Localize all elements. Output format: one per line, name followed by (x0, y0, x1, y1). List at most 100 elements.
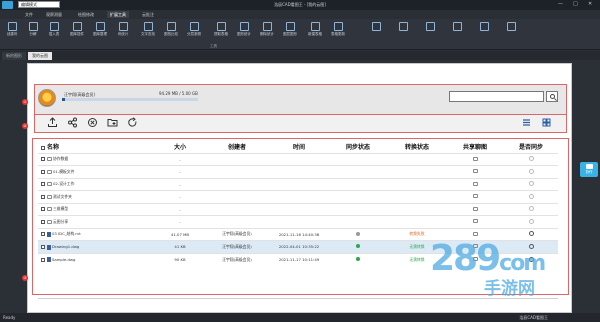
cell-is-synced[interactable] (504, 165, 558, 178)
sync-toggle-icon[interactable] (528, 156, 534, 162)
maximize-button[interactable]: □ (573, 1, 578, 7)
share-button[interactable] (67, 117, 78, 128)
menu-draw[interactable]: 绘图修改 (75, 11, 97, 18)
cell-share-chat[interactable] (446, 215, 504, 228)
table-row[interactable]: 协作数据 - (38, 152, 558, 166)
cell-is-synced[interactable] (504, 215, 558, 228)
ribbon-button[interactable]: 提取表格 (210, 21, 232, 43)
sync-toggle-icon[interactable] (528, 181, 534, 187)
ribbon-button[interactable]: 新建表格 (304, 21, 326, 43)
share-chat-icon[interactable] (472, 181, 478, 186)
column-header-is-synced[interactable]: 是否同步 (504, 141, 558, 153)
share-chat-icon[interactable] (472, 194, 478, 199)
ribbon-button[interactable]: 删除统计 (256, 21, 278, 43)
ribbon-button[interactable] (500, 21, 522, 43)
column-header-share-chat[interactable]: 共享聊图 (446, 141, 504, 153)
select-all-checkbox[interactable] (41, 145, 45, 150)
cell-name[interactable]: 协作数据 (38, 152, 156, 166)
table-row[interactable]: 02-设计工作 - (38, 177, 558, 191)
table-row[interactable]: 01-模板文件 - (38, 165, 558, 178)
tab-new-drawing[interactable]: 新的图形 (2, 52, 26, 60)
ribbon-button[interactable]: 分解 (22, 21, 44, 43)
list-view-button[interactable] (521, 117, 532, 128)
cell-share-chat[interactable] (446, 177, 504, 191)
sync-toggle-icon[interactable] (528, 193, 534, 199)
new-folder-button[interactable] (107, 117, 118, 128)
search-input[interactable] (449, 91, 544, 102)
ribbon-button[interactable] (419, 21, 441, 43)
column-header-name[interactable]: 名称 (38, 141, 156, 153)
row-checkbox[interactable] (41, 182, 45, 187)
menu-cloud[interactable]: 云批注 (139, 11, 157, 18)
share-chat-icon[interactable] (472, 231, 478, 236)
cell-share-chat[interactable] (446, 202, 504, 216)
menu-view[interactable]: 观察测量 (43, 11, 65, 18)
ribbon-button[interactable]: 文字查找 (137, 21, 159, 43)
row-checkbox[interactable] (41, 219, 45, 224)
cell-name[interactable]: 02-设计工作 (38, 177, 156, 191)
column-header-convert-status[interactable]: 转换状态 (388, 141, 446, 153)
ribbon-button[interactable] (473, 21, 495, 43)
avatar[interactable] (38, 89, 56, 107)
cell-is-synced[interactable] (504, 177, 558, 191)
menu-file[interactable]: 文件 (22, 11, 36, 18)
sync-toggle-icon[interactable] (528, 206, 534, 212)
grid-view-button[interactable] (541, 117, 552, 128)
refresh-button[interactable] (127, 117, 138, 128)
table-row[interactable]: 三维模型 - (38, 202, 558, 216)
search-button[interactable] (546, 91, 558, 102)
row-checkbox[interactable] (41, 245, 45, 249)
row-checkbox[interactable] (41, 257, 45, 262)
menu-ext-tools[interactable]: 扩展工具 (107, 11, 129, 18)
row-checkbox[interactable] (41, 194, 45, 199)
share-chat-icon[interactable] (472, 156, 478, 161)
column-header-size[interactable]: 大小 (156, 141, 204, 153)
ribbon-button[interactable]: 表格更新 (327, 21, 349, 43)
column-header-sync-status[interactable]: 同步状态 (328, 141, 388, 153)
sync-toggle-icon[interactable] (528, 231, 534, 237)
cell-name[interactable]: 01-模板文件 (38, 165, 156, 178)
cell-is-synced[interactable] (504, 190, 558, 203)
sync-toggle-icon[interactable] (528, 218, 534, 224)
ribbon-button[interactable]: 图层图形 (279, 21, 301, 43)
table-row[interactable]: 测试文件夹 - (38, 190, 558, 203)
ribbon-button[interactable] (365, 21, 387, 43)
upload-button[interactable] (47, 117, 58, 128)
cell-name[interactable]: Sample.dwg (38, 252, 156, 266)
cell-name[interactable]: 测试文件夹 (38, 190, 156, 203)
close-button[interactable]: ✕ (588, 1, 592, 7)
cell-share-chat[interactable] (446, 190, 504, 203)
row-checkbox[interactable] (41, 232, 45, 237)
delete-button[interactable] (87, 117, 98, 128)
tab-my-cloud[interactable]: 我的云图 (28, 52, 52, 60)
table-row[interactable]: 云图分享 - (38, 215, 558, 228)
cell-is-synced[interactable] (504, 202, 558, 216)
ribbon-button[interactable]: 插入表 (43, 21, 65, 43)
ribbon-button[interactable] (446, 21, 468, 43)
share-chat-icon[interactable] (472, 219, 478, 224)
cell-name[interactable]: 三维模型 (38, 202, 156, 216)
cell-is-synced[interactable] (504, 152, 558, 166)
ribbon-button[interactable] (392, 21, 414, 43)
cell-name[interactable]: 03 IDC_结构.rvt (38, 227, 156, 241)
ribbon-button[interactable]: 图形统计 (233, 21, 255, 43)
ribbon-button[interactable]: 分层参照 (183, 21, 205, 43)
row-checkbox[interactable] (41, 169, 45, 174)
ribbon-button[interactable]: 块统计 (112, 21, 134, 43)
cell-share-chat[interactable] (446, 165, 504, 178)
minimize-button[interactable]: — (558, 1, 563, 7)
cell-share-chat[interactable] (446, 152, 504, 166)
ribbon-button[interactable]: 图库整理 (89, 21, 111, 43)
sync-toggle-icon[interactable] (528, 168, 534, 174)
collab-side-button[interactable]: 协作 (580, 162, 598, 177)
row-checkbox[interactable] (41, 157, 45, 162)
column-header-time[interactable]: 时间 (270, 141, 328, 153)
share-chat-icon[interactable] (472, 169, 478, 174)
cell-name[interactable]: Drawing1.dwg (38, 240, 156, 253)
cell-name[interactable]: 云图分享 (38, 215, 156, 228)
share-chat-icon[interactable] (472, 206, 478, 211)
ribbon-button[interactable]: 图档比较 (160, 21, 182, 43)
ribbon-button[interactable]: 创建块 (1, 21, 23, 43)
ribbon-button[interactable]: 图库插件 (66, 21, 88, 43)
row-checkbox[interactable] (41, 207, 45, 212)
